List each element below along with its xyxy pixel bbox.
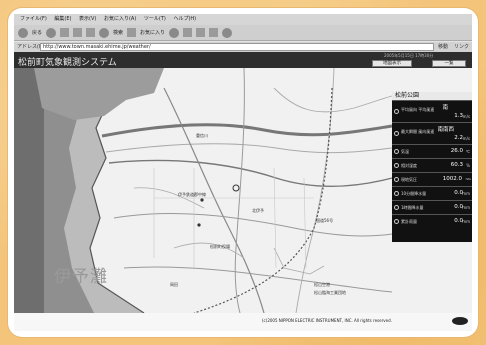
pressure-icon	[394, 177, 399, 182]
row-label: 現地気圧	[401, 177, 417, 182]
panel-row: 1時間降水量 0.0 mm	[392, 200, 472, 214]
menu-help[interactable]: ヘルプ(H)	[173, 16, 196, 22]
photo-frame: ファイル(F) 編集(E) 表示(V) お気に入り(A) ツール(T) ヘルプ(…	[8, 8, 478, 337]
row-unit: hPa	[465, 177, 471, 181]
forward-arrow-icon[interactable]	[46, 27, 57, 38]
back-arrow-icon[interactable]	[18, 27, 28, 38]
menu-bar: ファイル(F) 編集(E) 表示(V) お気に入り(A) ツール(T) ヘルプ(…	[14, 14, 472, 25]
place-label: 重信川	[196, 133, 208, 138]
row-label: 1時間降水量	[401, 205, 424, 210]
place-label: 北伊予	[252, 208, 264, 213]
row-unit: m/s	[462, 114, 470, 119]
row-label: 平均風向 平均風速	[401, 107, 435, 112]
station-panel: 松前公園 平均風向 平均風速 南 1.3 m/s 最大瞬間 風向風速 南南西 2…	[392, 92, 472, 242]
address-input[interactable]: http://www.town.masaki.ehime.jp/weather/	[40, 43, 434, 51]
row-label: 相対湿度	[401, 163, 417, 168]
app-header: 松前町気象観測システム 2005年5月15日 17時30分 地図表示 一覧	[14, 52, 472, 68]
row-unit: %	[466, 163, 470, 168]
browser-toolbar: 戻る 検索 お気に入り	[14, 25, 472, 41]
place-label: 国道56号	[316, 218, 334, 223]
page-footer: (c)2005 NIPPON ELECTRIC INSTRUMENT, INC.…	[14, 313, 472, 331]
tab-list-view[interactable]: 一覧	[432, 60, 466, 67]
row-unit: mm	[462, 205, 470, 210]
favorites-label[interactable]: お気に入り	[140, 29, 165, 36]
rain-total-icon	[394, 219, 399, 224]
place-label: 伊予鉄道郡中線	[178, 192, 206, 197]
home-icon[interactable]	[86, 28, 96, 37]
links-button[interactable]: リンク	[454, 42, 469, 52]
copyright-text: (c)2005 NIPPON ELECTRIC INSTRUMENT, INC.…	[262, 318, 392, 323]
menu-view[interactable]: 表示(V)	[79, 16, 96, 22]
place-label: 岡田	[170, 282, 178, 287]
row-label: 累計雨量	[401, 219, 417, 224]
row-value: 南南西	[437, 127, 454, 133]
place-label: 松前町役場	[210, 244, 230, 249]
panel-row: 最大瞬間 風向風速 南南西 2.2 m/s	[392, 122, 472, 144]
menu-edit[interactable]: 編集(E)	[54, 16, 71, 22]
messenger-icon[interactable]	[222, 27, 233, 38]
row-unit: m/s	[462, 136, 470, 141]
menu-tools[interactable]: ツール(T)	[144, 16, 166, 22]
history-icon[interactable]	[169, 27, 180, 38]
observation-datetime: 2005年5月15日 17時30分	[384, 53, 434, 58]
edit-icon[interactable]	[209, 28, 219, 37]
panel-row: 累計雨量 0.0 mm	[392, 214, 472, 228]
row-unit: mm	[462, 191, 470, 196]
company-logo-icon	[452, 317, 468, 325]
refresh-icon[interactable]	[73, 28, 83, 37]
panel-row: 平均風向 平均風速 南 1.3 m/s	[392, 100, 472, 122]
wind-direction-icon	[394, 109, 399, 114]
station-title: 松前公園	[392, 92, 472, 100]
tab-map-view[interactable]: 地図表示	[372, 60, 412, 67]
address-bar: アドレス(D) http://www.town.masaki.ehime.jp/…	[14, 42, 472, 52]
app-title: 松前町気象観測システム	[18, 58, 117, 68]
browser-window: ファイル(F) 編集(E) 表示(V) お気に入り(A) ツール(T) ヘルプ(…	[14, 14, 472, 331]
favorites-star-icon[interactable]	[127, 28, 137, 37]
rain-10min-icon	[394, 191, 399, 196]
go-button[interactable]: 移動	[438, 42, 448, 52]
row-unit: ℃	[465, 149, 471, 154]
place-label: 松山臨海工業団地	[314, 290, 346, 295]
menu-file[interactable]: ファイル(F)	[20, 16, 47, 22]
search-icon[interactable]	[99, 27, 110, 38]
panel-row: 現地気圧 1002.0 hPa	[392, 172, 472, 186]
temperature-icon	[394, 149, 399, 154]
row-label: 10分間降水量	[401, 191, 427, 196]
row-value: 1002.0	[442, 176, 462, 182]
panel-row: 相対湿度 60.3 %	[392, 158, 472, 172]
rain-hourly-icon	[394, 205, 399, 210]
print-icon[interactable]	[196, 28, 206, 37]
panel-row: 10分間降水量 0.0 mm	[392, 186, 472, 200]
row-value: 60.3	[450, 162, 463, 168]
max-wind-icon	[394, 131, 399, 136]
sea-label: 伊予灘	[54, 267, 108, 287]
place-label: 松山空港	[314, 282, 330, 287]
row-value: 26.0	[450, 148, 463, 154]
back-label[interactable]: 戻る	[32, 29, 42, 36]
row-value: 南	[442, 105, 448, 111]
menu-favorites[interactable]: お気に入り(A)	[104, 16, 136, 22]
stop-icon[interactable]	[60, 28, 70, 37]
mail-icon[interactable]	[183, 28, 193, 37]
panel-row: 気温 26.0 ℃	[392, 144, 472, 158]
row-unit: mm	[462, 219, 470, 224]
humidity-icon	[394, 163, 399, 168]
row-label: 最大瞬間 風向風速	[401, 129, 435, 134]
search-label[interactable]: 検索	[113, 29, 123, 36]
row-label: 気温	[401, 149, 409, 154]
